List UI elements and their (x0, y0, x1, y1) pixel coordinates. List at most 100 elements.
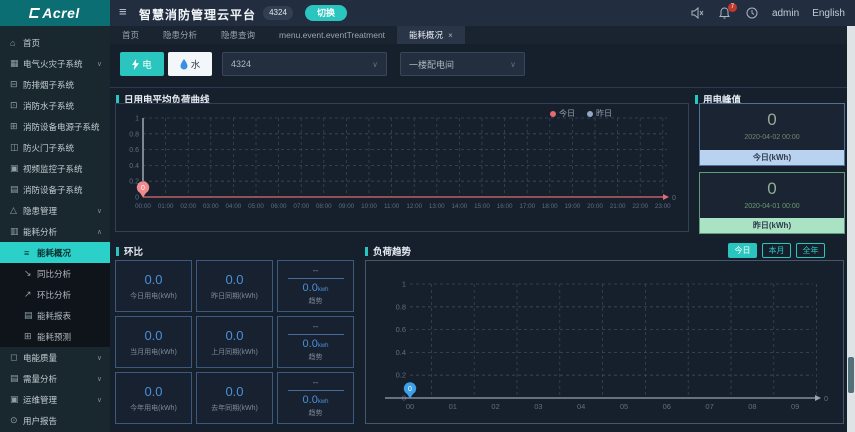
smoke-control-icon: ⊟ (10, 79, 18, 89)
svg-text:03: 03 (534, 402, 542, 411)
tab-label: 隐患查询 (221, 30, 256, 40)
sidebar-item-label: 消防设备电源子系统 (23, 121, 100, 132)
sidebar-item-label: 用户报告 (23, 415, 58, 426)
svg-text:22:00: 22:00 (632, 203, 648, 210)
sidebar-subitem-同比分析[interactable]: ↘ 同比分析 (0, 263, 110, 284)
equipment-power-icon: ⊞ (10, 121, 18, 131)
range-button-今日[interactable]: 今日 (728, 243, 757, 258)
sidebar-item-label: 防火门子系统 (23, 142, 75, 153)
acrel-logo-icon (29, 8, 41, 18)
svg-text:15:00: 15:00 (474, 203, 490, 210)
tab-隐患查询[interactable]: 隐患查询 (209, 26, 267, 44)
sidebar-item-隐患管理[interactable]: △ 隐患管理 ∨ (0, 200, 110, 221)
chevron-down-icon: ∨ (96, 207, 102, 215)
stat-label: 去年同期(kWh) (211, 404, 258, 412)
svg-text:09:00: 09:00 (339, 203, 355, 210)
sidebar-item-消防水子系统[interactable]: ⊡ 消防水子系统 (0, 95, 110, 116)
tab-close-icon[interactable]: × (448, 31, 453, 40)
trend-card: -- 0.0kwh 趋势 (277, 372, 354, 424)
stat-label: 当月用电(kWh) (130, 348, 177, 356)
tab-首页[interactable]: 首页 (110, 26, 151, 44)
sidebar-item-运维管理[interactable]: ▣ 运维管理 ∨ (0, 389, 110, 410)
electric-toggle-button[interactable]: 电 (120, 52, 164, 76)
sidebar-subitem-能耗概况[interactable]: ≡ 能耗概况 (0, 242, 110, 263)
sidebar-subitem-能耗预测[interactable]: ⊞ 能耗预测 (0, 326, 110, 347)
svg-text:0.6: 0.6 (396, 325, 406, 334)
stat-value: 0.0 (144, 271, 163, 287)
scrollbar-track[interactable] (847, 26, 855, 432)
electric-fire-icon: ▦ (10, 58, 19, 68)
scrollbar-thumb[interactable] (848, 357, 854, 393)
sidebar-item-label: 消防水子系统 (23, 100, 75, 111)
sidebar-item-用户报告[interactable]: ⊙ 用户报告 (0, 410, 110, 431)
building-select[interactable]: 4324 ∨ (222, 52, 387, 76)
stat-label: 今年用电(kWh) (130, 404, 177, 412)
svg-text:01: 01 (449, 402, 457, 411)
water-toggle-button[interactable]: 水 (168, 52, 212, 76)
svg-text:0.4: 0.4 (396, 348, 406, 357)
acrel-logo-text: Acrel (42, 5, 80, 21)
sidebar-subitem-环比分析[interactable]: ↗ 环比分析 (0, 284, 110, 305)
fire-equipment-icon: ▤ (10, 184, 19, 194)
sidebar-item-能耗分析[interactable]: ▥ 能耗分析 ∧ (0, 221, 110, 242)
load-curve-chart: 1 0.8 0.6 0.4 0.2 0 00:00 01:00 02:00 03:00 04:00 0… (115, 103, 689, 232)
trend-value: 0.0kwh (302, 282, 329, 294)
sidebar-subitem-label: 能耗概况 (37, 247, 72, 258)
trend-label: 趋势 (308, 354, 323, 361)
peak-yesterday-label: 昨日(kWh) (700, 218, 844, 233)
svg-text:0: 0 (141, 185, 145, 192)
sidebar-item-首页[interactable]: ⌂ 首页 (0, 32, 110, 53)
tab-隐患分析[interactable]: 隐患分析 (151, 26, 209, 44)
sidebar-item-防排烟子系统[interactable]: ⊟ 防排烟子系统 (0, 74, 110, 95)
svg-text:0: 0 (824, 394, 828, 403)
svg-text:02:00: 02:00 (180, 203, 196, 210)
switch-button[interactable]: 切换 (305, 5, 347, 21)
sidebar-item-防火门子系统[interactable]: ◫ 防火门子系统 (0, 137, 110, 158)
svg-text:05:00: 05:00 (248, 203, 264, 210)
speaker-icon[interactable] (691, 6, 705, 20)
menu-collapse-icon[interactable]: ≡ (119, 4, 127, 19)
sidebar-item-电气火灾子系统[interactable]: ▦ 电气火灾子系统 ∨ (0, 53, 110, 74)
svg-text:00: 00 (406, 402, 414, 411)
sidebar-item-消防设备电源子系统[interactable]: ⊞ 消防设备电源子系统 (0, 116, 110, 137)
svg-text:08: 08 (748, 402, 756, 411)
sidebar-item-电能质量[interactable]: ◻ 电能质量 ∨ (0, 347, 110, 368)
svg-text:08:00: 08:00 (316, 203, 332, 210)
tab-能耗概况[interactable]: 能耗概况 × (397, 26, 465, 44)
sidebar-item-消防设备子系统[interactable]: ▤ 消防设备子系统 (0, 179, 110, 200)
trend-divider (287, 278, 344, 279)
sidebar-subitem-label: 同比分析 (37, 268, 72, 279)
user-menu[interactable]: admin (772, 8, 799, 19)
svg-text:1: 1 (135, 116, 139, 123)
tab-menu.event.eventTreatment[interactable]: menu.event.eventTreatment (267, 26, 397, 44)
water-toggle-label: 水 (190, 60, 201, 71)
sidebar-item-label: 视频监控子系统 (23, 163, 83, 174)
room-select[interactable]: 一楼配电间 ∨ (400, 52, 525, 76)
stat-card: 0.0 当月用电(kWh) (115, 316, 192, 368)
sidebar-item-需量分析[interactable]: ▤ 需量分析 ∨ (0, 368, 110, 389)
trend-value: 0.0kwh (302, 338, 329, 350)
range-button-全年[interactable]: 全年 (796, 243, 825, 258)
svg-text:17:00: 17:00 (519, 203, 535, 210)
trend-divider (287, 390, 344, 391)
chevron-down-icon: ∨ (96, 60, 102, 68)
svg-text:03:00: 03:00 (203, 203, 219, 210)
sidebar-subitem-能耗报表[interactable]: ▤ 能耗报表 (0, 305, 110, 326)
range-button-本月[interactable]: 本月 (762, 243, 791, 258)
svg-text:20:00: 20:00 (587, 203, 603, 210)
chevron-down-icon: ∨ (96, 375, 102, 383)
svg-text:06: 06 (663, 402, 671, 411)
svg-text:02: 02 (491, 402, 499, 411)
svg-text:13:00: 13:00 (429, 203, 445, 210)
svg-text:0: 0 (408, 386, 412, 393)
fire-door-icon: ◫ (10, 142, 19, 152)
bell-icon[interactable]: 7 (718, 3, 737, 20)
electric-toggle-label: 电 (142, 60, 152, 71)
peak-today-time: 2020-04-02 00:00 (744, 134, 800, 141)
chevron-down-icon: ∨ (510, 59, 516, 69)
clock-icon[interactable] (745, 6, 759, 20)
sidebar-item-视频监控子系统[interactable]: ▣ 视频监控子系统 (0, 158, 110, 179)
stat-label: 昨日同期(kWh) (211, 292, 258, 300)
language-switch[interactable]: English (812, 8, 845, 19)
time-range-buttons: 今日 本月 全年 (728, 243, 825, 258)
